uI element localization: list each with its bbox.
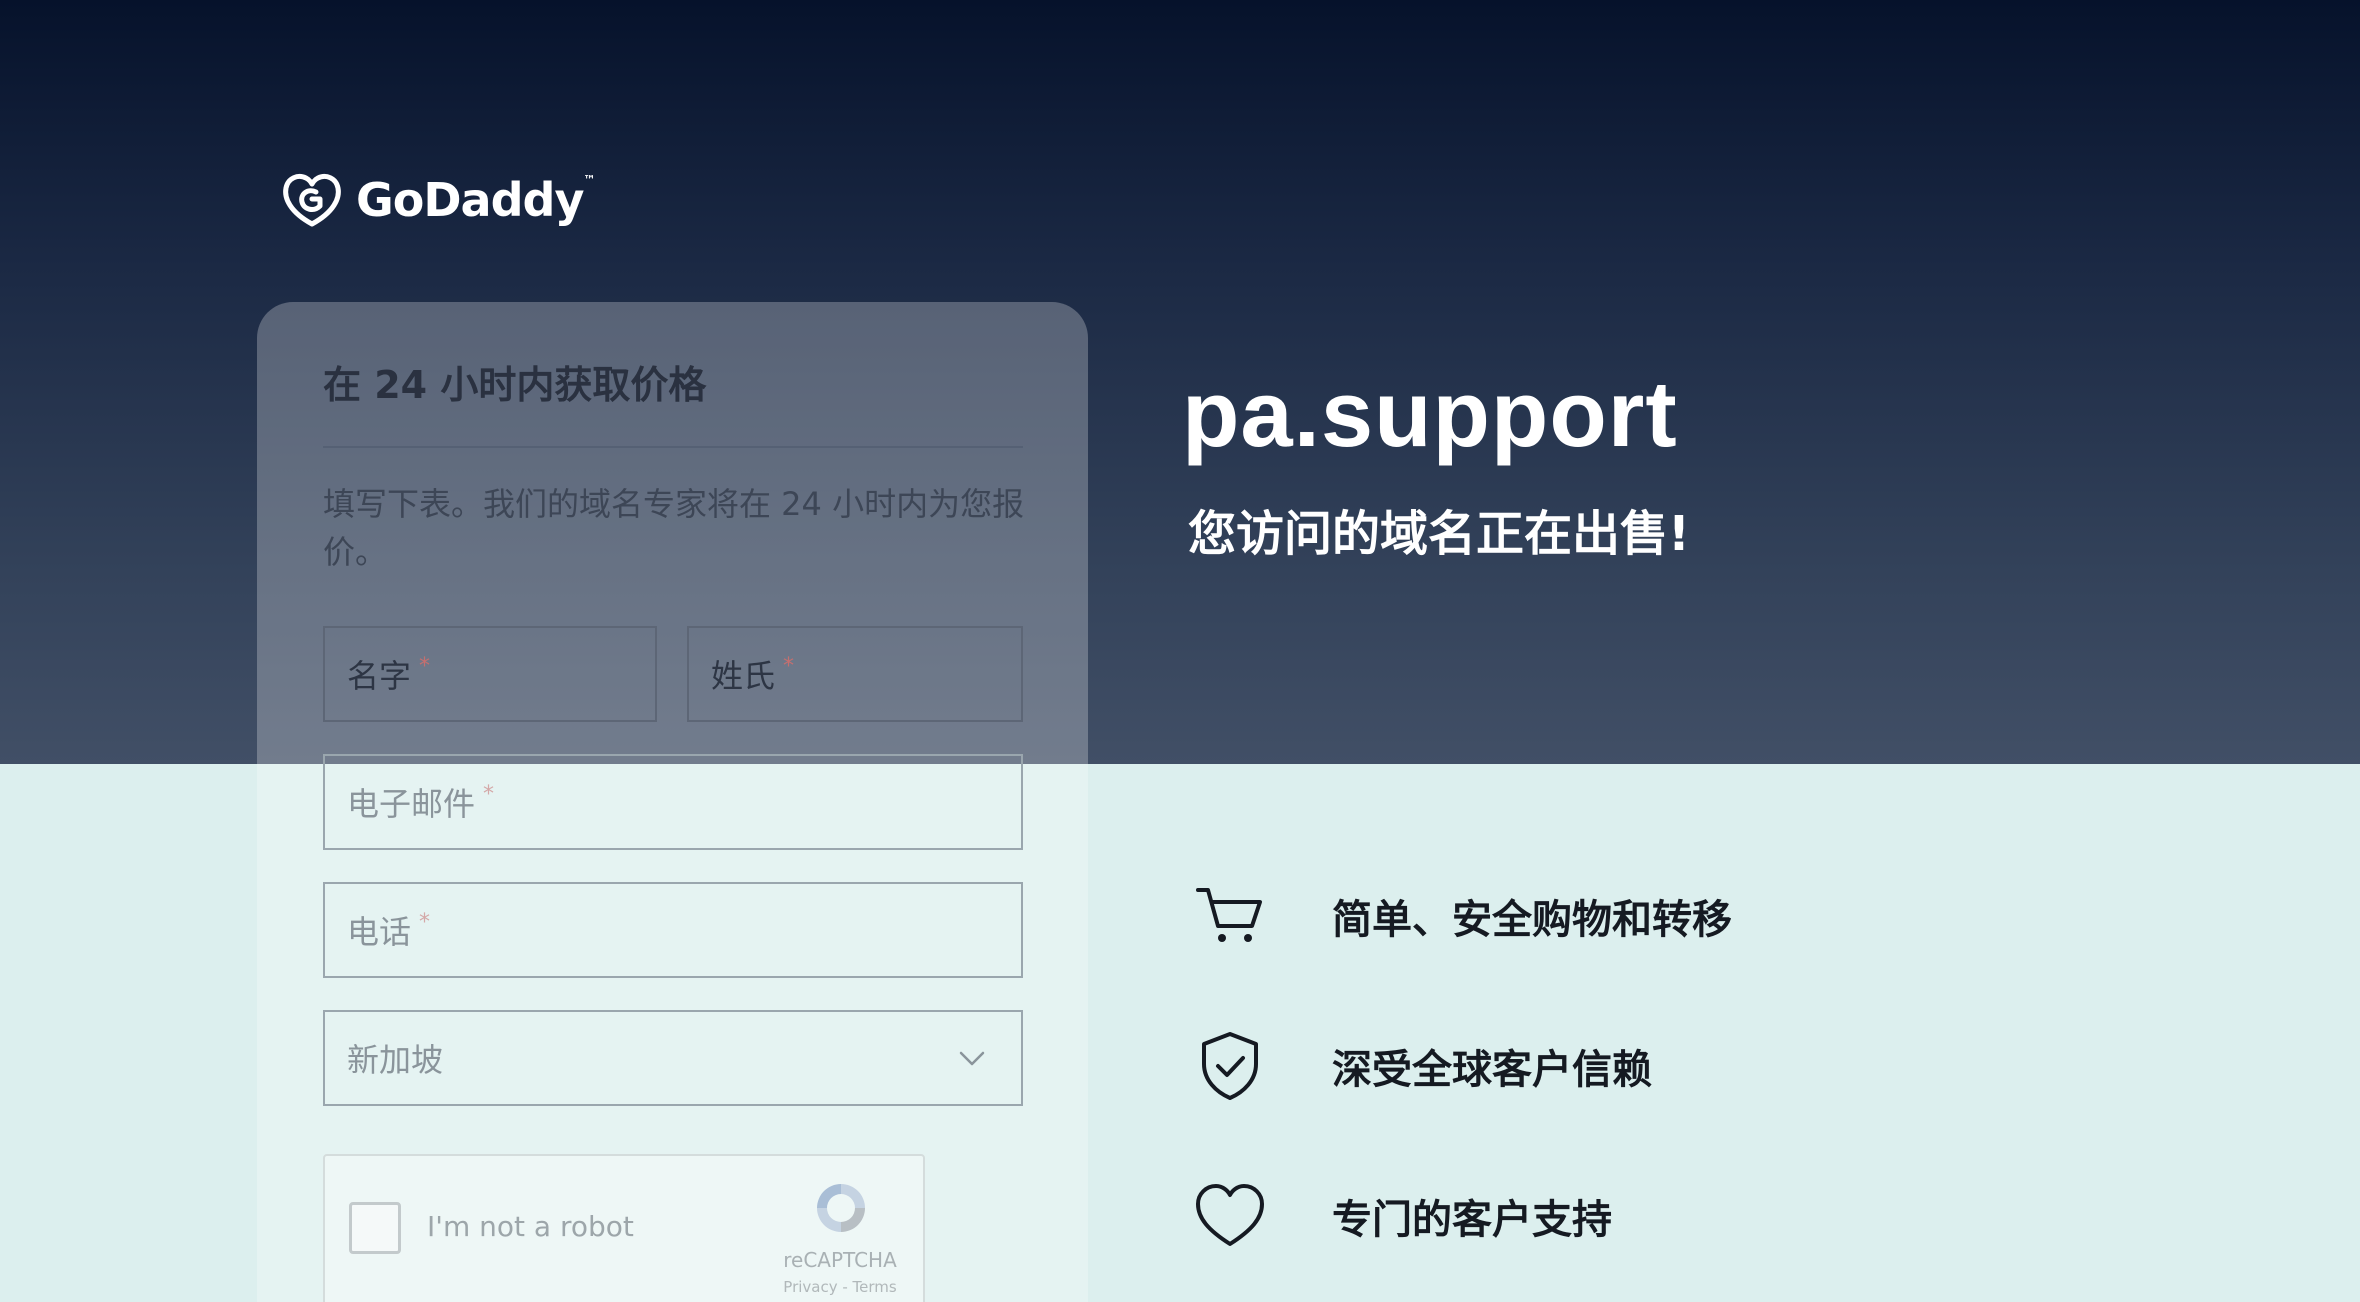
required-marker: *	[483, 781, 495, 807]
recaptcha-logo-icon	[817, 1184, 865, 1232]
heart-icon	[1196, 1184, 1264, 1246]
chevron-down-icon	[959, 1051, 985, 1066]
recaptcha-privacy-terms-link[interactable]: Privacy - Terms	[765, 1278, 915, 1296]
recaptcha-brand: reCAPTCHA	[783, 1248, 897, 1272]
last-name-field[interactable]: 姓氏 *	[687, 626, 1023, 722]
recaptcha-checkbox[interactable]	[349, 1202, 401, 1254]
first-name-field[interactable]: 名字 *	[323, 626, 657, 722]
recaptcha-label: I'm not a robot	[427, 1210, 634, 1243]
shopping-cart-icon	[1196, 888, 1262, 942]
country-select[interactable]: 新加坡	[323, 1010, 1023, 1106]
domain-for-sale-subtitle: 您访问的域名正在出售!	[1188, 506, 1690, 562]
feature-item: 深受全球客户信赖	[1190, 1026, 1652, 1106]
email-field[interactable]: 电子邮件 *	[323, 754, 1023, 850]
shield-check-icon	[1202, 1032, 1258, 1100]
last-name-placeholder: 姓氏	[711, 657, 776, 695]
logo-wordmark: GoDaddy™	[356, 173, 595, 227]
domain-name-heading: pa.support	[1182, 361, 1678, 466]
feature-label: 简单、安全购物和转移	[1332, 897, 1732, 943]
quote-form-card: 在 24 小时内获取价格 填写下表。我们的域名专家将在 24 小时内为您报价。 …	[257, 302, 1088, 1302]
feature-item: 专门的客户支持	[1190, 1176, 1612, 1256]
first-name-placeholder: 名字	[347, 657, 412, 695]
form-description: 填写下表。我们的域名专家将在 24 小时内为您报价。	[323, 485, 1025, 571]
required-marker: *	[419, 909, 431, 935]
page: GoDaddy™ 在 24 小时内获取价格 填写下表。我们的域名专家将在 24 …	[0, 0, 2360, 1302]
required-marker: *	[783, 653, 795, 679]
godaddy-heart-icon	[283, 173, 341, 227]
country-value: 新加坡	[347, 1041, 444, 1079]
phone-field[interactable]: 电话 *	[323, 882, 1023, 978]
required-marker: *	[419, 653, 431, 679]
recaptcha-widget: I'm not a robot reCAPTCHA Privacy - Term…	[323, 1154, 925, 1302]
email-placeholder: 电子邮件	[347, 785, 476, 823]
form-divider	[323, 446, 1023, 448]
feature-label: 专门的客户支持	[1332, 1197, 1612, 1243]
phone-placeholder: 电话	[347, 913, 412, 951]
form-title: 在 24 小时内获取价格	[323, 363, 707, 407]
godaddy-logo[interactable]: GoDaddy™	[280, 168, 595, 232]
feature-item: 简单、安全购物和转移	[1190, 876, 1732, 956]
feature-label: 深受全球客户信赖	[1332, 1047, 1652, 1093]
